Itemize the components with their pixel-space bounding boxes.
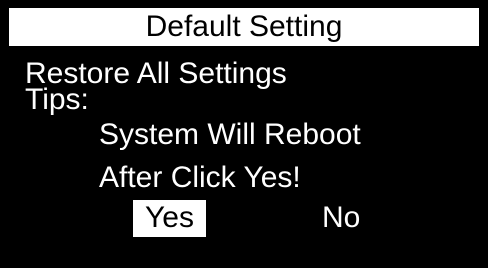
tips-message-line-1: System Will Reboot xyxy=(99,118,361,151)
tips-message-line-2: After Click Yes! xyxy=(99,161,301,194)
tips-label: Tips: xyxy=(25,83,89,116)
no-button[interactable]: No xyxy=(322,200,360,237)
yes-button[interactable]: Yes xyxy=(133,200,206,237)
dialog-title: Default Setting xyxy=(9,8,479,46)
